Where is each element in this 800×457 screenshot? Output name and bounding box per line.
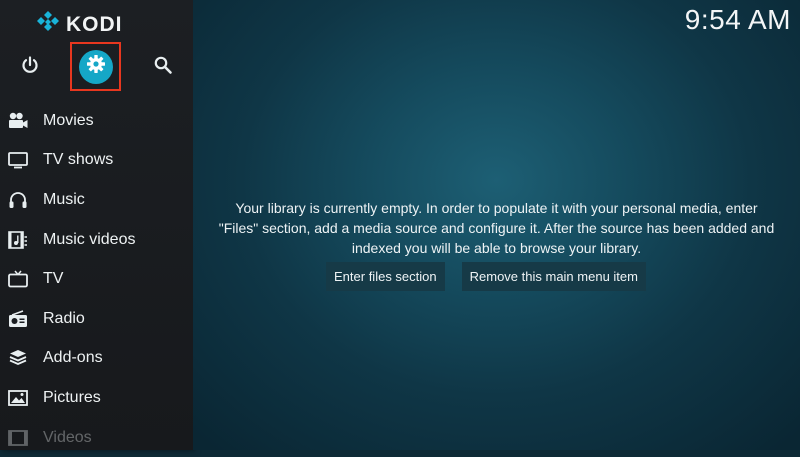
clock: 9:54 AM	[684, 4, 791, 35]
movie-camera-icon	[8, 111, 28, 131]
kodi-logo-text: KODI	[66, 12, 123, 36]
sidebar-item-label: Movies	[43, 111, 94, 129]
sidebar: KODI Movies TV shows Music Music videos …	[0, 0, 193, 450]
sidebar-item-add-ons[interactable]: Add-ons	[0, 339, 193, 379]
message-line: Your library is currently empty. In orde…	[235, 200, 758, 216]
sidebar-item-pictures[interactable]: Pictures	[0, 378, 193, 418]
sidebar-item-music-videos[interactable]: Music videos	[0, 220, 193, 260]
sidebar-item-label: TV shows	[43, 151, 114, 169]
gear-icon	[86, 54, 106, 79]
live-tv-icon	[8, 269, 28, 289]
kodi-logo: KODI	[36, 10, 123, 39]
sidebar-item-label: Music	[43, 190, 85, 208]
settings-icon-background	[78, 49, 113, 84]
sidebar-item-music[interactable]: Music	[0, 180, 193, 220]
remove-main-menu-item-button[interactable]: Remove this main menu item	[461, 262, 646, 291]
sidebar-item-tv[interactable]: TV	[0, 259, 193, 299]
tv-icon	[8, 150, 28, 170]
sidebar-item-radio[interactable]: Radio	[0, 299, 193, 339]
power-button[interactable]	[10, 47, 50, 87]
addons-box-icon	[8, 348, 28, 368]
sidebar-item-movies[interactable]: Movies	[0, 101, 193, 141]
sidebar-item-label: Pictures	[43, 388, 101, 406]
empty-library-message: Your library is currently empty. In orde…	[193, 198, 800, 258]
sidebar-item-label: Videos	[43, 428, 92, 446]
main-menu: Movies TV shows Music Music videos TV Ra…	[0, 101, 193, 457]
message-actions: Enter files section Remove this main men…	[172, 262, 800, 291]
videos-icon	[8, 428, 28, 448]
headphones-icon	[8, 190, 28, 210]
top-icon-bar	[0, 42, 193, 91]
radio-icon	[8, 309, 28, 329]
kodi-logo-icon	[36, 10, 60, 39]
sidebar-item-label: Radio	[43, 309, 85, 327]
message-line: "Files" section, add a media source and …	[218, 220, 775, 236]
power-icon	[20, 55, 40, 80]
search-icon	[153, 55, 173, 80]
sidebar-item-videos[interactable]: Videos	[0, 418, 193, 457]
search-button[interactable]	[143, 47, 183, 87]
sidebar-item-label: Add-ons	[43, 349, 103, 367]
pictures-icon	[8, 388, 28, 408]
sidebar-item-tv-shows[interactable]: TV shows	[0, 141, 193, 181]
sidebar-item-label: Music videos	[43, 230, 136, 248]
music-video-icon	[8, 230, 28, 250]
settings-button[interactable]	[70, 42, 121, 91]
enter-files-section-button[interactable]: Enter files section	[326, 262, 445, 291]
message-line: indexed you will be able to browse your …	[351, 240, 642, 256]
sidebar-item-label: TV	[43, 270, 64, 288]
